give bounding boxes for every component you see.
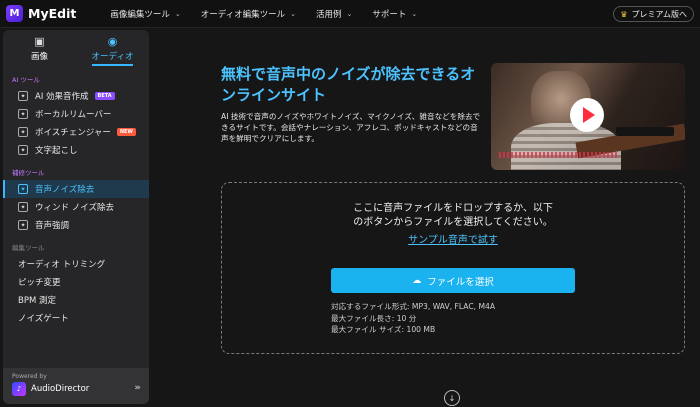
sidebar-item-voice-changer[interactable]: ✦ ボイスチェンジャー NEW: [3, 123, 149, 141]
sidebar-item-bpm-detect[interactable]: BPM 測定: [3, 291, 149, 309]
cloud-upload-icon: ☁: [412, 275, 422, 286]
drop-instructions: ここに音声ファイルをドロップするか、以下 のボタンからファイルを選択してください…: [353, 203, 553, 228]
chevron-down-icon: ⌄: [290, 9, 297, 18]
sidebar-item-speech-enhance[interactable]: ✦ 音声強調: [3, 216, 149, 234]
tab-image[interactable]: ▣ 画像: [3, 30, 76, 66]
sparkle-icon: ✦: [18, 184, 28, 194]
max-size-text: 最大ファイル サイズ: 100 MB: [331, 325, 436, 334]
audiodirector-name: AudioDirector: [31, 384, 90, 394]
top-navigation-bar: M MyEdit 画像編集ツール ⌄ オーディオ編集ツール ⌄ 活用例 ⌄ サポート ⌄…: [0, 0, 700, 28]
scroll-down-icon[interactable]: ↓: [444, 390, 460, 406]
powered-by-panel[interactable]: Powered by ♪ AudioDirector ›››: [3, 368, 149, 404]
page-title: 無料で音声中のノイズが除去できるオンラインサイト: [221, 65, 476, 104]
chevron-down-icon: ⌄: [411, 9, 418, 18]
main-nav: 画像編集ツール ⌄ オーディオ編集ツール ⌄ 活用例 ⌄ サポート ⌄: [110, 8, 437, 20]
section-label-repair-tools: 補修ツール: [12, 169, 45, 177]
crown-icon: ♛: [620, 9, 628, 19]
mode-tabs: ▣ 画像 ◉ オーディオ: [3, 30, 149, 66]
sparkle-icon: ✦: [18, 145, 28, 155]
sample-audio-link[interactable]: サンプル音声で試す: [222, 231, 684, 246]
app-name: MyEdit: [28, 6, 77, 21]
sidebar-item-pitch-change[interactable]: ピッチ変更: [3, 273, 149, 291]
section-label-edit-tools: 編集ツール: [12, 244, 45, 252]
max-length-text: 最大ファイル長さ: 10 分: [331, 314, 417, 323]
audio-icon: ◉: [107, 34, 118, 48]
play-icon: [582, 107, 595, 123]
tab-audio[interactable]: ◉ オーディオ: [76, 30, 149, 66]
sidebar-item-wind-noise-removal[interactable]: ✦ ウィンド ノイズ除去: [3, 198, 149, 216]
sidebar-item-vocal-remover[interactable]: ✦ ボーカルリムーバー: [3, 105, 149, 123]
page-description: AI 技術で音声のノイズやホワイトノイズ、マイクノイズ、雑音などを除去できるサイ…: [221, 112, 481, 143]
image-icon: ▣: [34, 34, 45, 48]
powered-by-label: Powered by: [12, 373, 47, 380]
audiodirector-logo-icon: ♪: [12, 382, 26, 396]
sidebar-item-noise-gate[interactable]: ノイズゲート: [3, 309, 149, 327]
sidebar-item-transcription[interactable]: ✦ 文字起こし: [3, 141, 149, 159]
nav-item-use-cases[interactable]: 活用例 ⌄: [316, 8, 352, 20]
sparkle-icon: ✦: [18, 202, 28, 212]
demo-video-thumbnail[interactable]: [491, 63, 685, 170]
app-logo[interactable]: M MyEdit: [6, 5, 76, 22]
select-file-button[interactable]: ☁ ファイルを選択: [331, 268, 575, 293]
sparkle-icon: ✦: [18, 91, 28, 101]
chevron-down-icon: ⌄: [346, 9, 353, 18]
new-badge: NEW: [116, 128, 136, 136]
premium-button[interactable]: ♛ プレミアム版へ: [613, 6, 694, 22]
sidebar: ▣ 画像 ◉ オーディオ AI ツール ✦ AI 効果音作成 BETA ✦ ボー…: [3, 30, 149, 404]
sparkle-icon: ✦: [18, 220, 28, 230]
beta-badge: BETA: [94, 92, 115, 100]
myedit-logo-icon: M: [6, 5, 23, 22]
nav-item-audio-tools[interactable]: オーディオ編集ツール ⌄: [201, 8, 296, 20]
chevron-down-icon: ⌄: [174, 9, 181, 18]
sidebar-item-noise-removal[interactable]: ✦ 音声ノイズ除去: [3, 180, 149, 198]
double-chevron-right-icon: ›››: [134, 383, 141, 393]
waveform-graphic: [499, 152, 619, 158]
sidebar-item-ai-sound-effects[interactable]: ✦ AI 効果音作成 BETA: [3, 87, 149, 105]
file-drop-zone[interactable]: ここに音声ファイルをドロップするか、以下 のボタンからファイルを選択してください…: [221, 182, 685, 354]
section-label-ai-tools: AI ツール: [12, 76, 40, 84]
supported-formats-text: 対応するファイル形式: MP3, WAV, FLAC, M4A: [331, 302, 496, 311]
nav-item-image-tools[interactable]: 画像編集ツール ⌄: [110, 8, 180, 20]
sidebar-item-audio-trim[interactable]: オーディオ トリミング: [3, 255, 149, 273]
sparkle-icon: ✦: [18, 127, 28, 137]
nav-item-support[interactable]: サポート ⌄: [372, 8, 417, 20]
sparkle-icon: ✦: [18, 109, 28, 119]
play-button[interactable]: [570, 98, 604, 132]
